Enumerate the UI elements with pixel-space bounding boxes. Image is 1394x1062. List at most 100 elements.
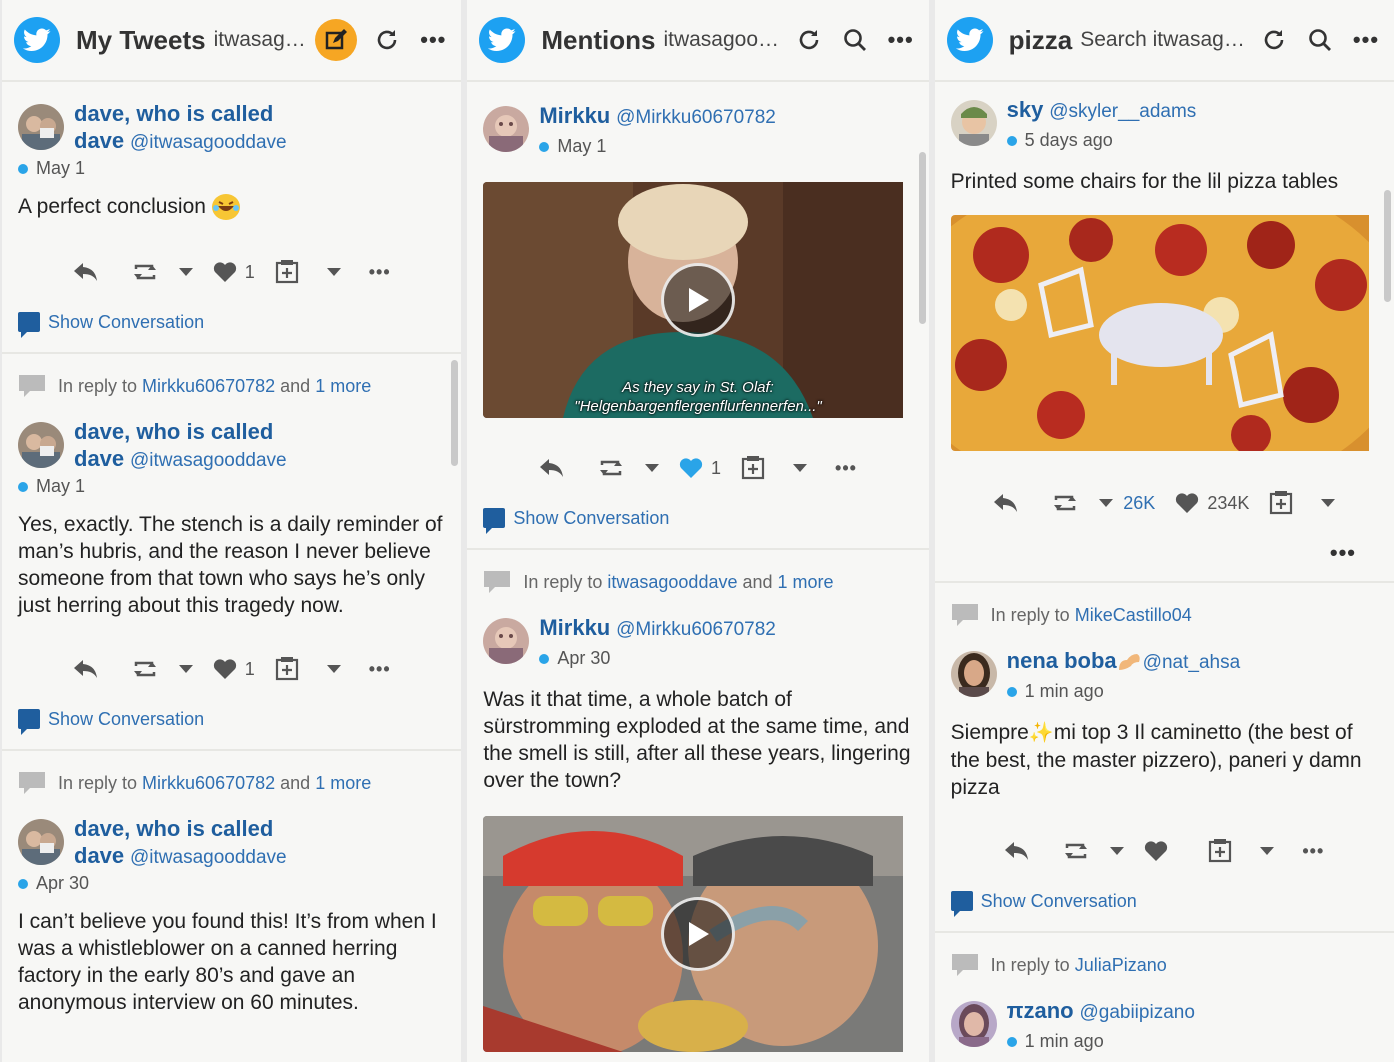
reply-user-link[interactable]: Mirkku60670782 xyxy=(142,773,275,794)
reply-icon[interactable] xyxy=(993,492,1019,514)
display-name[interactable]: πzano xyxy=(1007,998,1074,1023)
like-button[interactable]: 1 xyxy=(213,658,255,680)
scrollbar[interactable] xyxy=(451,360,459,466)
avatar[interactable] xyxy=(483,618,530,664)
avatar[interactable] xyxy=(950,651,997,697)
retweet-icon[interactable] xyxy=(131,658,159,680)
avatar[interactable] xyxy=(950,100,997,146)
reply-icon[interactable] xyxy=(73,261,99,283)
play-video-button[interactable] xyxy=(660,263,735,337)
retweet-dropdown-icon[interactable] xyxy=(1099,499,1114,507)
display-name-cont[interactable]: dave xyxy=(74,843,124,868)
reply-more-link[interactable]: 1 more xyxy=(778,572,834,593)
reply-user-link[interactable]: itwasagooddave xyxy=(607,572,737,593)
video-thumbnail[interactable] xyxy=(483,816,912,1052)
tweet-card[interactable]: In reply to Mirkku60670782 and 1 more da… xyxy=(2,765,461,1016)
tweet-card[interactable]: Mirkku @Mirkku60670782 May 1 As they say… xyxy=(467,102,929,550)
show-conversation-link[interactable]: Show Conversation xyxy=(483,498,912,538)
collection-dropdown-icon[interactable] xyxy=(326,268,341,277)
timestamp[interactable]: 5 days ago xyxy=(1025,127,1113,154)
user-handle[interactable]: @gabiipizano xyxy=(1079,1002,1194,1023)
more-icon[interactable]: ••• xyxy=(835,458,857,479)
like-button[interactable]: 234K xyxy=(1175,492,1249,514)
retweet-icon[interactable] xyxy=(597,457,625,479)
reply-icon[interactable] xyxy=(1004,840,1030,862)
display-name[interactable]: nena boba xyxy=(1007,648,1117,673)
tweet-card[interactable]: dave, who is called dave @itwasagooddave… xyxy=(2,100,462,355)
display-name[interactable]: sky xyxy=(1007,97,1044,122)
reply-user-link[interactable]: MikeCastillo04 xyxy=(1075,605,1192,626)
more-icon[interactable]: ••• xyxy=(369,659,391,680)
timestamp[interactable]: 1 min ago xyxy=(1025,678,1104,705)
timestamp[interactable]: 1 min ago xyxy=(1025,1028,1104,1055)
timestamp[interactable]: May 1 xyxy=(36,476,85,497)
retweet-dropdown-icon[interactable] xyxy=(1110,847,1125,855)
user-handle[interactable]: @itwasagooddave xyxy=(130,847,287,868)
show-conversation-link[interactable]: Show Conversation xyxy=(950,881,1378,921)
more-icon[interactable]: ••• xyxy=(885,24,917,56)
refresh-icon[interactable] xyxy=(793,24,825,56)
scrollbar[interactable] xyxy=(1383,190,1391,302)
timestamp[interactable]: Apr 30 xyxy=(557,645,610,672)
reply-user-link[interactable]: JuliaPizano xyxy=(1075,955,1167,976)
display-name[interactable]: Mirkku xyxy=(539,103,610,128)
refresh-icon[interactable] xyxy=(371,24,403,56)
timestamp[interactable]: Apr 30 xyxy=(36,873,89,894)
show-conversation-link[interactable]: Show Conversation xyxy=(18,699,445,739)
add-to-collection-icon[interactable] xyxy=(1208,839,1232,863)
collection-dropdown-icon[interactable] xyxy=(793,464,808,472)
tweet-card[interactable]: In reply to Mirkku60670782 and 1 more da… xyxy=(2,368,462,752)
display-name-cont[interactable]: dave xyxy=(74,446,124,471)
search-icon[interactable] xyxy=(1304,24,1336,56)
user-handle[interactable]: @Mirkku60670782 xyxy=(616,619,776,640)
tweet-card[interactable]: In reply to MikeCastillo04 nena boba @nat… xyxy=(934,597,1394,933)
retweet-icon[interactable] xyxy=(1062,840,1090,862)
avatar[interactable] xyxy=(950,1001,997,1047)
retweet-dropdown-icon[interactable] xyxy=(178,268,193,277)
tweet-card[interactable]: In reply to itwasagooddave and 1 more Mi… xyxy=(467,564,928,1052)
compose-icon[interactable] xyxy=(315,19,358,61)
avatar[interactable] xyxy=(18,104,64,150)
add-to-collection-icon[interactable] xyxy=(1269,491,1293,515)
timestamp[interactable]: May 1 xyxy=(557,133,606,160)
add-to-collection-icon[interactable] xyxy=(275,657,299,681)
retweet-icon[interactable] xyxy=(1051,492,1079,514)
reply-user-link[interactable]: Mirkku60670782 xyxy=(142,376,275,397)
user-handle[interactable]: @Mirkku60670782 xyxy=(616,107,776,128)
more-icon[interactable]: ••• xyxy=(1350,24,1382,56)
reply-more-link[interactable]: 1 more xyxy=(315,773,371,794)
avatar[interactable] xyxy=(18,819,64,866)
more-icon[interactable]: ••• xyxy=(1330,540,1356,566)
retweet-dropdown-icon[interactable] xyxy=(178,665,193,674)
display-name[interactable]: dave, who is called xyxy=(74,100,287,127)
display-name[interactable]: dave, who is called xyxy=(74,815,287,842)
avatar[interactable] xyxy=(18,422,64,469)
tweet-photo[interactable] xyxy=(950,215,1378,451)
like-button[interactable]: 1 xyxy=(213,261,255,283)
search-icon[interactable] xyxy=(839,24,871,56)
display-name[interactable]: Mirkku xyxy=(539,615,610,640)
play-video-button[interactable] xyxy=(660,897,735,971)
user-handle[interactable]: @itwasagooddave xyxy=(130,132,287,153)
reply-icon[interactable] xyxy=(73,658,99,680)
user-handle[interactable]: @skyler__adams xyxy=(1049,101,1196,122)
timestamp[interactable]: May 1 xyxy=(36,158,85,179)
collection-dropdown-icon[interactable] xyxy=(1260,847,1275,855)
add-to-collection-icon[interactable] xyxy=(741,456,765,480)
add-to-collection-icon[interactable] xyxy=(275,260,299,284)
user-handle[interactable]: @nat_ahsa xyxy=(1143,652,1240,673)
like-button[interactable]: 1 xyxy=(679,457,721,479)
tweet-card[interactable]: In reply to JuliaPizano πzano @gabiipiza… xyxy=(935,947,1394,1055)
display-name-cont[interactable]: dave xyxy=(74,128,124,153)
retweet-icon[interactable] xyxy=(131,261,159,283)
scrollbar[interactable] xyxy=(918,152,926,324)
like-button[interactable] xyxy=(1144,840,1168,862)
more-icon[interactable]: ••• xyxy=(1302,841,1324,862)
more-icon[interactable]: ••• xyxy=(417,24,449,56)
collection-dropdown-icon[interactable] xyxy=(326,665,341,674)
display-name[interactable]: dave, who is called xyxy=(74,418,287,445)
collection-dropdown-icon[interactable] xyxy=(1321,499,1336,507)
refresh-icon[interactable] xyxy=(1258,24,1290,56)
reply-icon[interactable] xyxy=(539,457,565,479)
more-icon[interactable]: ••• xyxy=(369,262,391,283)
